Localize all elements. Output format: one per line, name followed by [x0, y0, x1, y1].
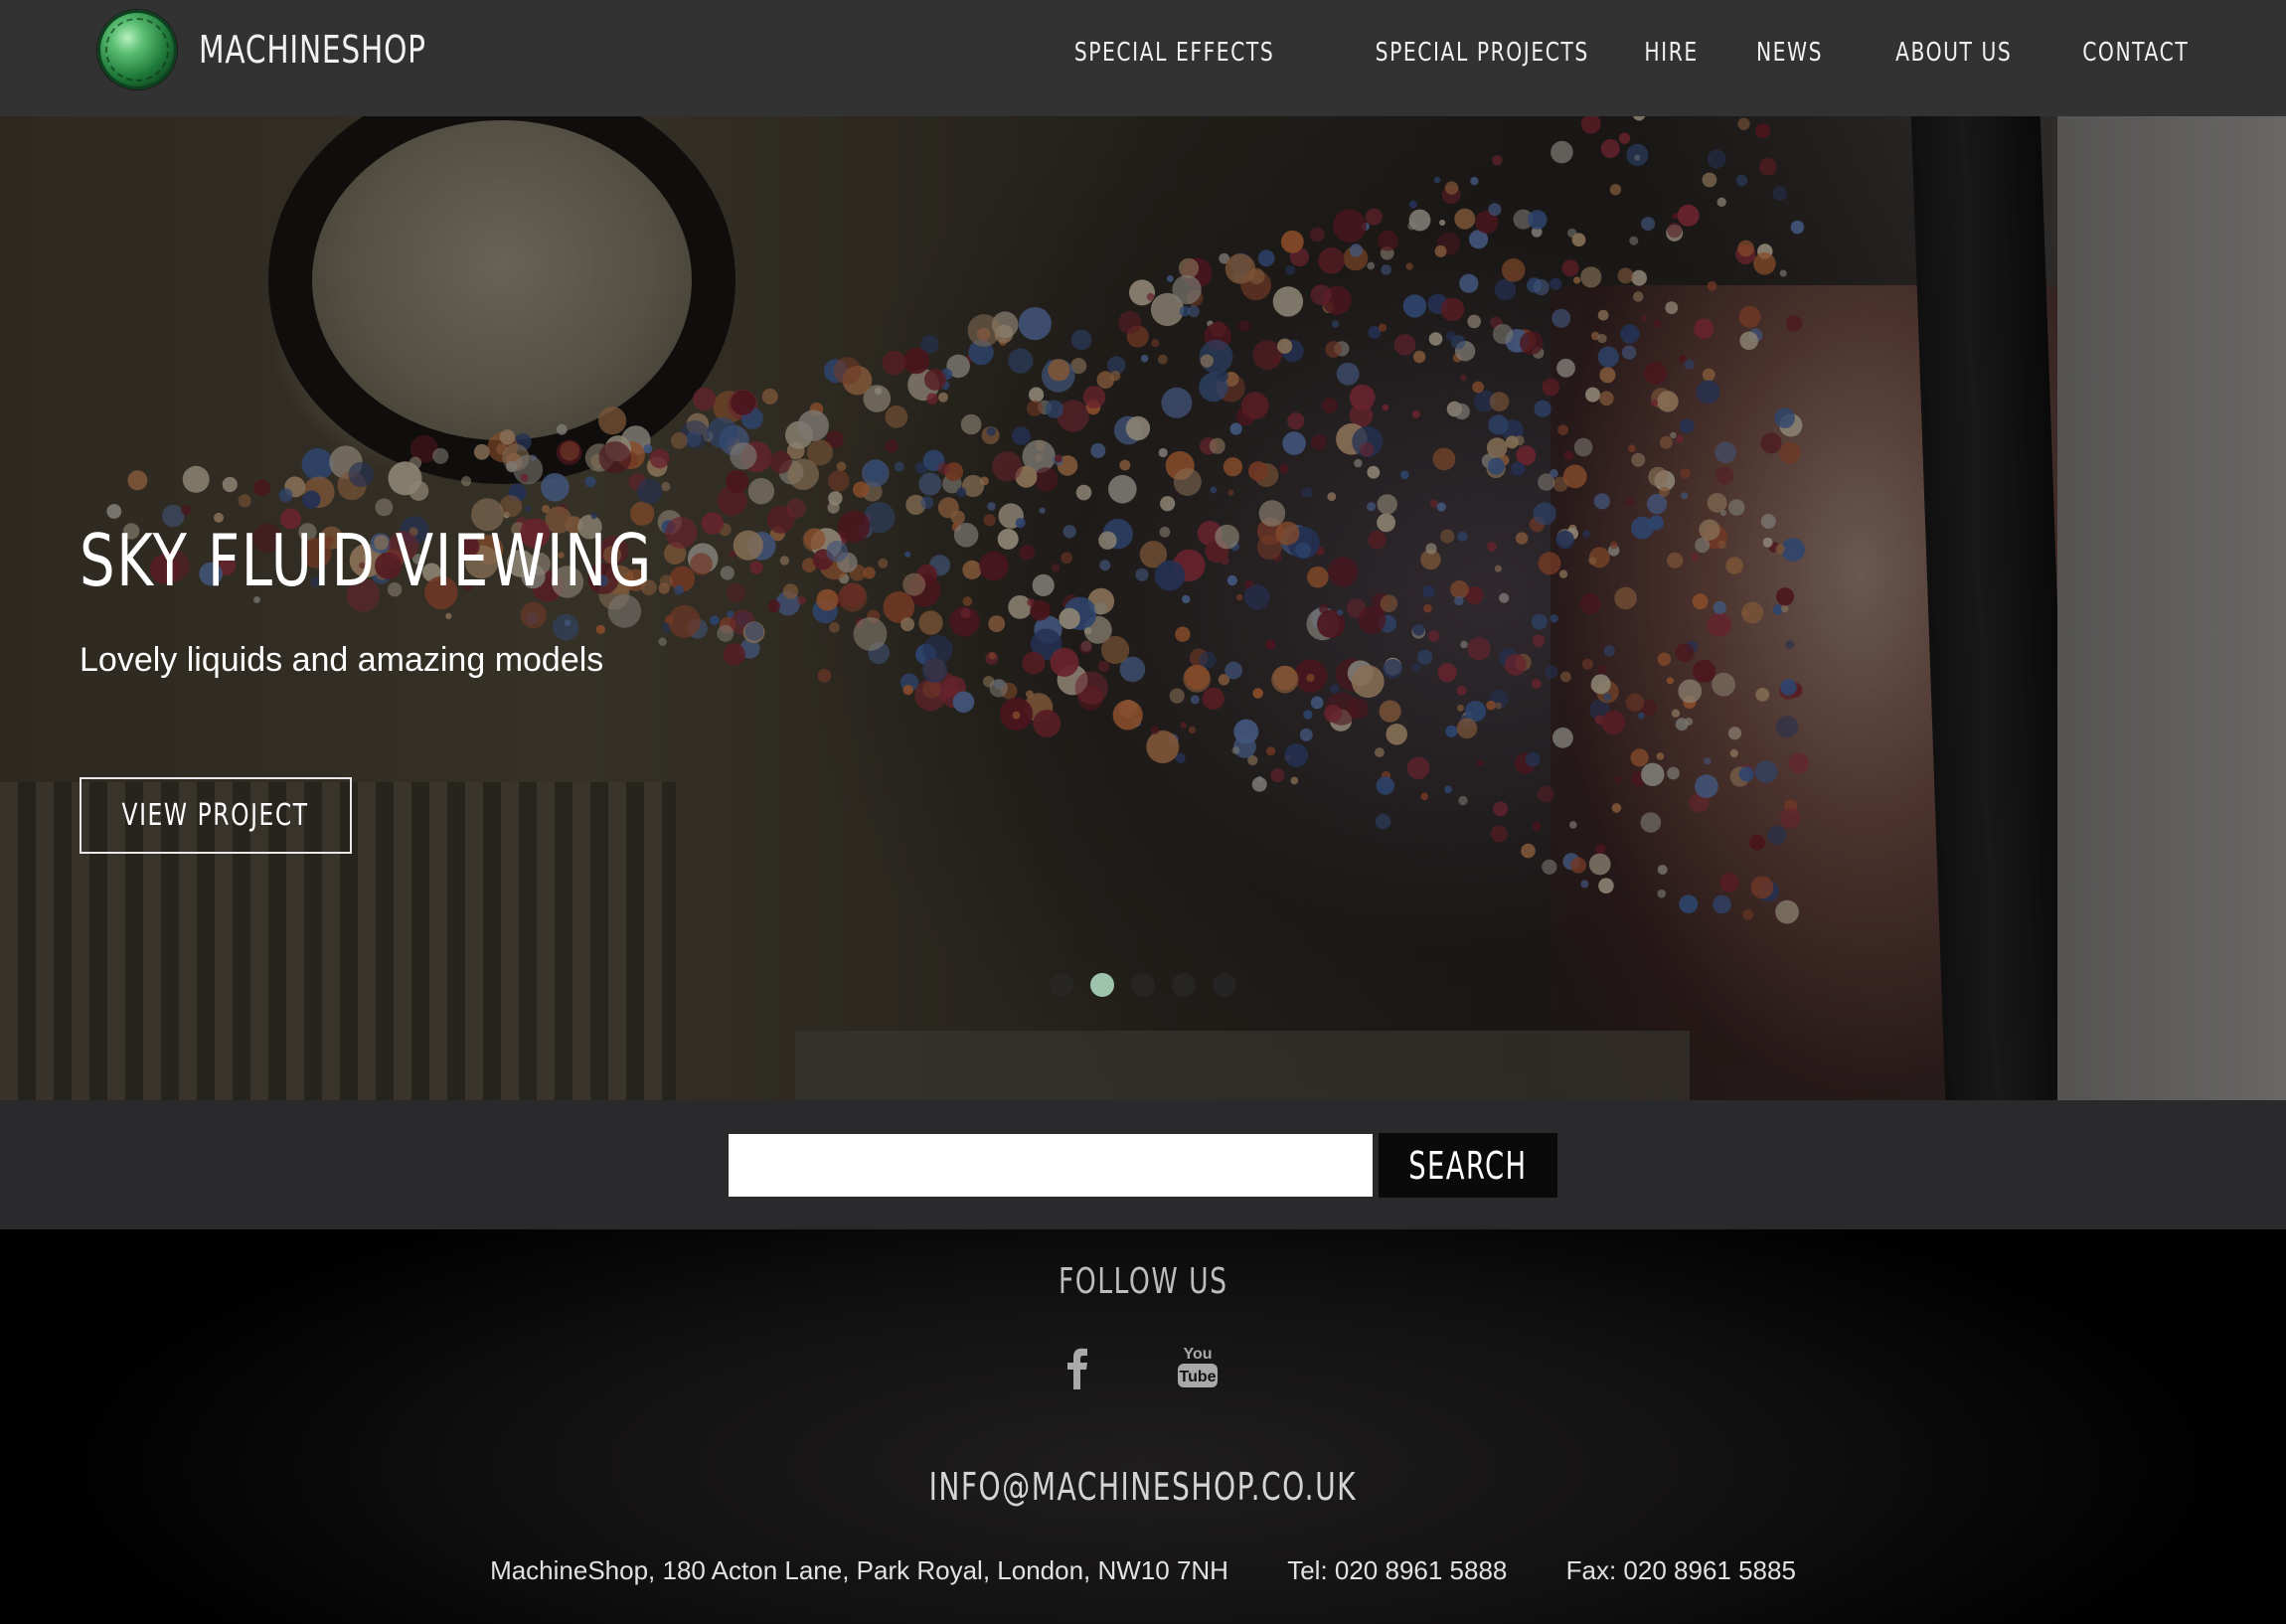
fax-text: Fax: 020 8961 5885 — [1565, 1555, 1796, 1585]
svg-text:You: You — [1183, 1346, 1212, 1363]
search-band: SEARCH — [0, 1100, 2286, 1229]
view-project-label: VIEW PROJECT — [121, 798, 310, 833]
slider-dot[interactable] — [1172, 973, 1196, 997]
hero-slider: SKY FLUID VIEWING Lovely liquids and ama… — [0, 116, 2286, 1100]
svg-text:Tube: Tube — [1179, 1369, 1216, 1385]
slider-dots — [1050, 973, 1236, 997]
hero-title: SKY FLUID VIEWING — [80, 519, 653, 602]
slider-dot[interactable] — [1090, 973, 1114, 997]
slider-dot[interactable] — [1213, 973, 1236, 997]
search-button[interactable]: SEARCH — [1379, 1133, 1557, 1198]
contact-details: MachineShop, 180 Acton Lane, Park Royal,… — [0, 1555, 2286, 1586]
address-text: MachineShop, 180 Acton Lane, Park Royal,… — [490, 1555, 1228, 1585]
nav-special-projects[interactable]: SPECIAL PROJECTS — [1375, 38, 1588, 68]
globe-logo-icon — [97, 10, 177, 89]
nav-special-effects[interactable]: SPECIAL EFFECTS — [1074, 38, 1274, 68]
brand-name: MACHINESHOP — [199, 28, 426, 72]
nav-contact[interactable]: CONTACT — [2082, 38, 2189, 68]
search-button-label: SEARCH — [1408, 1143, 1528, 1188]
nav-about-us[interactable]: ABOUT US — [1895, 38, 2012, 68]
nav-hire[interactable]: HIRE — [1644, 38, 1698, 68]
follow-us-heading: FOLLOW US — [1058, 1261, 1228, 1302]
slider-dot[interactable] — [1050, 973, 1073, 997]
youtube-icon[interactable]: You Tube — [1174, 1344, 1222, 1391]
search-input[interactable] — [729, 1134, 1373, 1197]
telephone-text: Tel: 020 8961 5888 — [1287, 1555, 1508, 1585]
hero-subtitle: Lovely liquids and amazing models — [80, 641, 604, 679]
facebook-icon[interactable] — [1061, 1346, 1094, 1389]
site-header: MACHINESHOP SPECIAL EFFECTS SPECIAL PROJ… — [0, 0, 2286, 116]
slider-dot[interactable] — [1131, 973, 1155, 997]
contact-email-link[interactable]: INFO@MACHINESHOP.CO.UK — [0, 1465, 2286, 1509]
site-footer: FOLLOW US You Tube INFO@MACHINESHOP.CO.U… — [0, 1229, 2286, 1624]
social-links: You Tube — [1061, 1344, 1222, 1391]
main-nav: SPECIAL EFFECTS SPECIAL PROJECTS HIRE NE… — [978, 38, 2189, 68]
hero-overlay — [0, 116, 2286, 1100]
nav-news[interactable]: NEWS — [1756, 38, 1823, 68]
view-project-button[interactable]: VIEW PROJECT — [80, 777, 352, 854]
logo-link[interactable]: MACHINESHOP — [97, 10, 490, 89]
